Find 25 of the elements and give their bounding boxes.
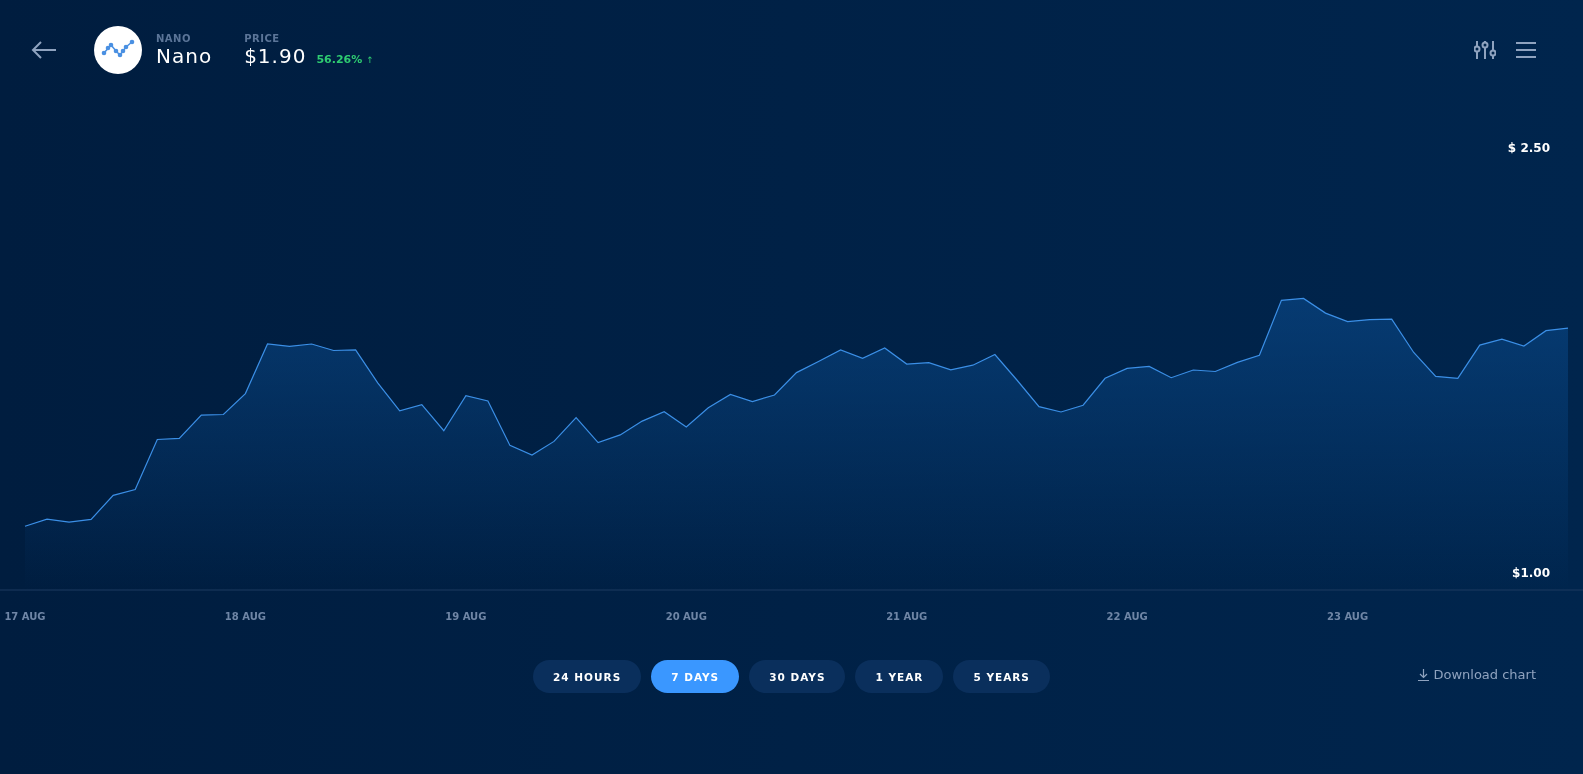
- settings-sliders-icon[interactable]: [1474, 40, 1496, 60]
- x-axis-label: 17 AUG: [4, 611, 46, 622]
- range-tab[interactable]: 1 YEAR: [855, 660, 944, 693]
- x-axis-label: 18 AUG: [224, 611, 266, 622]
- back-arrow-icon[interactable]: [31, 41, 57, 59]
- range-tab[interactable]: 24 HOURS: [533, 660, 642, 693]
- y-axis-label: $ 2.50: [1507, 140, 1550, 155]
- coin-name: Nano: [156, 43, 213, 68]
- y-axis-label: $1.00: [1512, 565, 1550, 580]
- x-axis-label: 19 AUG: [445, 611, 487, 622]
- x-axis-label: 20 AUG: [665, 611, 707, 622]
- download-chart-link[interactable]: Download chart: [1418, 667, 1536, 682]
- price-change: 56.26%: [316, 52, 363, 66]
- x-axis-label: 21 AUG: [886, 611, 928, 622]
- range-tab[interactable]: 5 YEARS: [953, 660, 1050, 693]
- up-arrow: ↑: [366, 54, 374, 65]
- x-axis-label: 23 AUG: [1327, 611, 1369, 622]
- menu-icon[interactable]: [1516, 42, 1536, 58]
- range-tab[interactable]: 30 DAYS: [749, 660, 846, 693]
- price-value: $1.90: [244, 43, 307, 68]
- download-icon: [1418, 668, 1430, 681]
- price-label: PRICE: [244, 32, 281, 44]
- x-axis-label: 22 AUG: [1106, 611, 1148, 622]
- coin-logo-icon: [94, 26, 142, 74]
- coin-symbol: NANO: [156, 32, 192, 44]
